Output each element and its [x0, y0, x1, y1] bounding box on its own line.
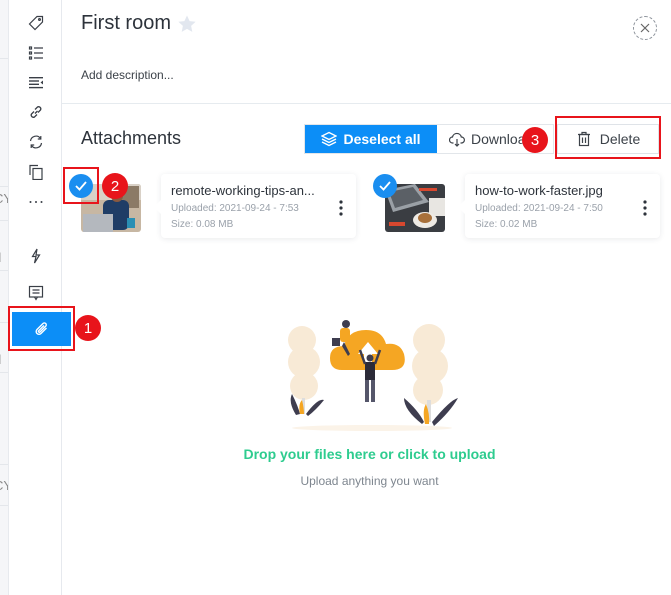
bg-text-fragment: d	[0, 352, 1, 367]
text-fields-icon	[28, 77, 43, 89]
task-detail-window: CY d l d CY	[0, 0, 671, 595]
fields-button[interactable]	[9, 68, 62, 96]
trash-icon	[577, 131, 590, 147]
attachments-heading: Attachments	[81, 128, 182, 148]
file-uploaded: Uploaded: 2021-09-24 - 7:50	[475, 203, 603, 214]
download-button[interactable]: Download	[437, 125, 553, 153]
layers-icon	[321, 131, 338, 147]
delete-button[interactable]: Delete	[557, 124, 659, 154]
room-title[interactable]: First room	[81, 12, 171, 35]
attachment-card[interactable]: how-to-work-faster.jpg Uploaded: 2021-09…	[458, 174, 660, 238]
download-label: Download	[471, 131, 534, 147]
bg-text-fragment: CY	[0, 191, 8, 206]
more-button[interactable]	[9, 188, 62, 216]
upload-dropzone[interactable]: Drop your files here or click to upload …	[232, 300, 507, 500]
task-detail-panel: First room Add description... Attachment…	[62, 0, 671, 595]
attachment-item: how-to-work-faster.jpg Uploaded: 2021-09…	[373, 172, 671, 238]
tag-icon	[28, 15, 43, 31]
star-icon[interactable]	[177, 14, 197, 34]
recurring-button[interactable]	[9, 128, 62, 156]
bg-text-fragment: d	[0, 250, 1, 265]
close-icon	[640, 23, 650, 33]
kebab-menu-icon[interactable]	[338, 200, 344, 216]
sync-icon	[29, 135, 42, 149]
attachment-card[interactable]: remote-working-tips-an... Uploaded: 2021…	[154, 174, 356, 238]
check-icon	[75, 181, 87, 191]
checklist-button[interactable]	[9, 39, 62, 67]
kebab-menu-icon[interactable]	[642, 200, 648, 216]
link-button[interactable]	[9, 98, 62, 126]
paperclip-icon	[34, 322, 47, 336]
upload-subtitle: Upload anything you want	[300, 474, 439, 488]
file-uploaded: Uploaded: 2021-09-24 - 7:53	[171, 203, 299, 214]
checklist-icon	[28, 46, 43, 60]
file-size: Size: 0.08 MB	[171, 219, 234, 230]
description-field[interactable]: Add description...	[81, 68, 174, 82]
check-icon	[379, 181, 391, 191]
tag-button[interactable]	[9, 9, 62, 37]
delete-label: Delete	[599, 131, 641, 147]
link-icon	[30, 106, 41, 118]
comments-button[interactable]	[9, 279, 62, 307]
copy-button[interactable]	[9, 158, 62, 186]
cloud-download-icon	[449, 132, 465, 147]
attachment-item: remote-working-tips-an... Uploaded: 2021…	[69, 172, 371, 238]
lightning-icon	[30, 248, 41, 264]
background-list-panel: CY d l d CY	[0, 0, 9, 595]
divider	[62, 103, 671, 104]
file-size: Size: 0.02 MB	[475, 219, 538, 230]
copy-icon	[28, 164, 43, 180]
deselect-all-button[interactable]: Deselect all	[305, 125, 437, 153]
file-select-checkbox[interactable]	[69, 174, 93, 198]
attachment-actions: Deselect all Download	[304, 124, 554, 154]
file-name[interactable]: how-to-work-faster.jpg	[475, 183, 625, 198]
close-button[interactable]	[633, 16, 657, 40]
upload-title[interactable]: Drop your files here or click to upload	[232, 446, 507, 462]
side-icon-rail	[9, 0, 71, 595]
more-icon	[29, 201, 42, 203]
upload-illustration	[288, 320, 458, 431]
deselect-all-label: Deselect all	[343, 131, 421, 147]
bg-text-fragment: CY	[0, 478, 8, 493]
comment-icon	[28, 285, 43, 301]
file-name[interactable]: remote-working-tips-an...	[171, 183, 321, 198]
automation-button[interactable]	[9, 242, 62, 270]
file-select-checkbox[interactable]	[373, 174, 397, 198]
